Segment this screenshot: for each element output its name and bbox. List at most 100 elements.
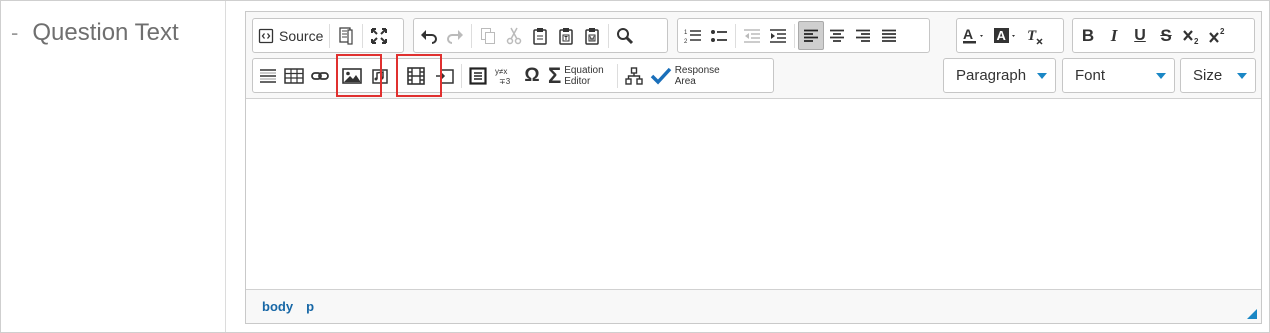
- italic-button[interactable]: I: [1101, 21, 1127, 50]
- response-label-line1: Response: [674, 64, 720, 76]
- templates-button[interactable]: [333, 21, 359, 50]
- align-left-button[interactable]: [798, 21, 824, 50]
- strikethrough-icon: S: [1160, 25, 1172, 45]
- text-color-button[interactable]: A: [959, 21, 991, 50]
- label-column: - Question Text: [1, 1, 226, 332]
- justify-button[interactable]: [876, 21, 902, 50]
- resize-handle-icon[interactable]: [1247, 309, 1257, 319]
- find-icon: [616, 27, 634, 45]
- separator: [471, 23, 472, 48]
- response-label-line2: Area: [674, 75, 696, 87]
- element-path-bar: body p: [246, 289, 1261, 323]
- align-right-button[interactable]: [850, 21, 876, 50]
- svg-text:2: 2: [684, 39, 688, 44]
- svg-text:y≠x: y≠x: [495, 67, 507, 76]
- paste-text-button[interactable]: [553, 21, 579, 50]
- copy-icon: [480, 27, 496, 45]
- undo-button[interactable]: [416, 21, 442, 50]
- numbered-list-icon: 12: [684, 28, 702, 44]
- special-char-icon: Ω: [524, 64, 540, 86]
- svg-text:2: 2: [1194, 37, 1199, 45]
- paste-icon: [532, 27, 548, 45]
- underline-button[interactable]: U: [1127, 21, 1153, 50]
- separator: [461, 63, 462, 88]
- svg-text:∓3: ∓3: [499, 77, 511, 86]
- text-color-icon: A: [962, 27, 988, 45]
- question-text-row: - Question Text Source 1 2 A A T B I U S…: [0, 0, 1270, 333]
- horizontal-rule-icon: [259, 67, 277, 85]
- outdent-button[interactable]: [739, 21, 765, 50]
- div-container-button[interactable]: [465, 61, 491, 90]
- path-item-body[interactable]: body: [262, 299, 293, 314]
- separator: [362, 23, 364, 48]
- separator: [608, 23, 609, 48]
- separator: [794, 23, 795, 48]
- copy-button[interactable]: [475, 21, 501, 50]
- numbered-list-button[interactable]: 12: [680, 21, 706, 50]
- question-text-label: Question Text: [32, 19, 179, 46]
- italic-icon: I: [1110, 25, 1118, 45]
- link-button[interactable]: [307, 61, 333, 90]
- indent-icon: [769, 28, 787, 44]
- indent-button[interactable]: [765, 21, 791, 50]
- paste-word-icon: [584, 27, 600, 45]
- source-button[interactable]: Source: [255, 21, 326, 50]
- remove-format-button[interactable]: T: [1023, 21, 1049, 50]
- equation-label-line2: Editor: [564, 75, 591, 87]
- editor-toolbar: Source 1 2 A A T B I U S 2 2 y≠x ∓3 Ω Σ …: [246, 12, 1261, 99]
- special-char-button[interactable]: Ω: [519, 61, 545, 90]
- separator: [616, 63, 618, 88]
- align-center-button[interactable]: [824, 21, 850, 50]
- editor-content-area[interactable]: [246, 99, 1261, 290]
- align-center-icon: [829, 29, 845, 43]
- find-button[interactable]: [612, 21, 638, 50]
- redo-button[interactable]: [442, 21, 468, 50]
- paste-button[interactable]: [527, 21, 553, 50]
- path-item-p[interactable]: p: [306, 299, 314, 314]
- equation-label-line1: Equation: [564, 64, 604, 76]
- response-area-button[interactable]: Response Area: [647, 61, 723, 90]
- table-button[interactable]: [281, 61, 307, 90]
- redo-icon: [446, 28, 464, 44]
- svg-text:2: 2: [1220, 27, 1225, 36]
- horizontal-rule-button[interactable]: [255, 61, 281, 90]
- format-dropdown[interactable]: Paragraph: [943, 58, 1056, 93]
- separator: [735, 23, 736, 48]
- table-icon: [284, 67, 304, 84]
- background-color-icon: A: [994, 27, 1020, 45]
- size-dropdown[interactable]: Size: [1180, 58, 1256, 93]
- paste-word-button[interactable]: [579, 21, 605, 50]
- font-dropdown[interactable]: Font: [1062, 58, 1175, 93]
- svg-text:A: A: [963, 27, 973, 42]
- separator: [329, 23, 331, 48]
- color-group: A A T: [956, 18, 1064, 53]
- hierarchy-icon: [624, 66, 643, 85]
- link-icon: [311, 70, 329, 82]
- strikethrough-button[interactable]: S: [1153, 21, 1179, 50]
- font-dropdown-value: Font: [1075, 67, 1106, 84]
- div-icon: [469, 66, 487, 85]
- collapse-dash[interactable]: -: [11, 20, 18, 46]
- equation-editor-button[interactable]: Σ Equation Editor: [545, 61, 607, 90]
- cut-button[interactable]: [501, 21, 527, 50]
- maximize-button[interactable]: [366, 21, 392, 50]
- svg-text:A: A: [997, 28, 1007, 43]
- math-button[interactable]: y≠x ∓3: [491, 61, 519, 90]
- video-highlight-box: [396, 54, 442, 97]
- hierarchy-button[interactable]: [621, 61, 647, 90]
- background-color-button[interactable]: A: [991, 21, 1023, 50]
- bulleted-list-button[interactable]: [706, 21, 732, 50]
- bold-button[interactable]: B: [1075, 21, 1101, 50]
- superscript-button[interactable]: 2: [1205, 21, 1231, 50]
- chevron-down-icon: [1237, 72, 1247, 79]
- justify-icon: [881, 29, 897, 43]
- align-right-icon: [855, 29, 871, 43]
- text-style-group: B I U S 2 2: [1072, 18, 1255, 53]
- source-label: Source: [279, 27, 324, 44]
- underline-icon: U: [1134, 26, 1146, 44]
- bold-icon: B: [1081, 25, 1095, 45]
- paste-text-icon: [558, 27, 574, 45]
- undo-icon: [420, 28, 438, 44]
- subscript-button[interactable]: 2: [1179, 21, 1205, 50]
- bulleted-list-icon: [710, 28, 728, 44]
